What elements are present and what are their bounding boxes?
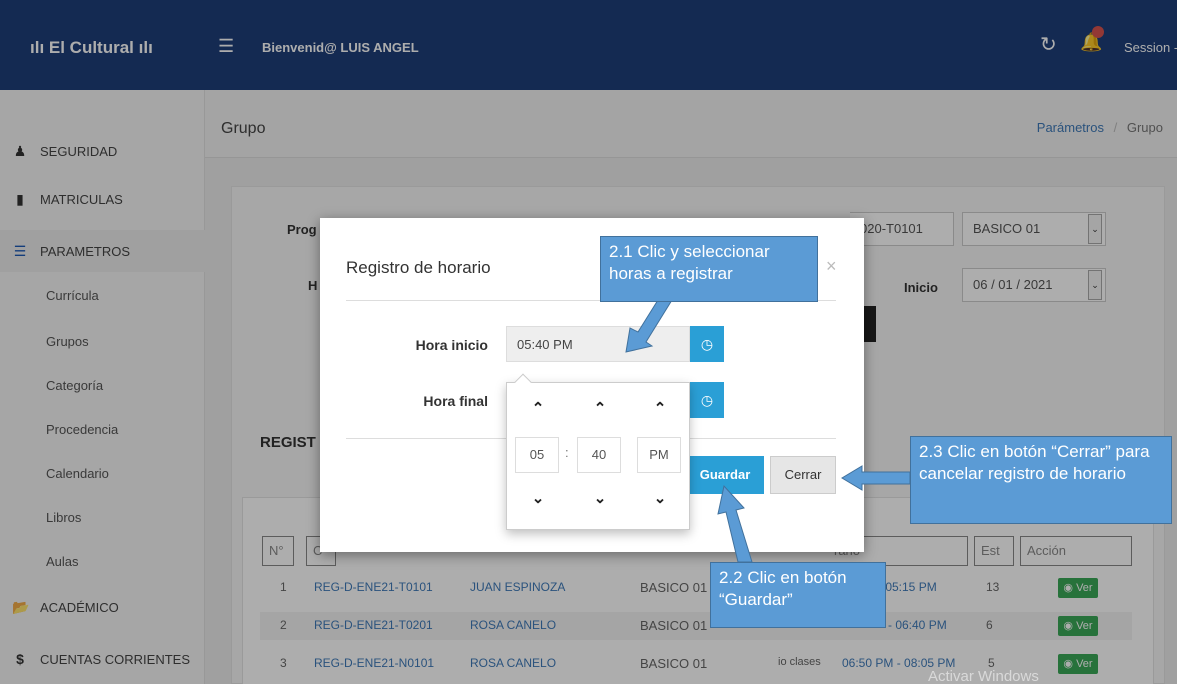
time-picker: ⌃ ⌃ ⌃ 05 : 40 PM ⌄ ⌄ ⌄ <box>506 373 690 530</box>
cerrar-button[interactable]: Cerrar <box>770 456 836 494</box>
clock-icon[interactable]: ◷ <box>690 326 724 362</box>
minute-down-icon[interactable]: ⌄ <box>585 489 615 507</box>
hora-inicio-input[interactable]: 05:40 PM <box>506 326 690 362</box>
close-icon[interactable]: × <box>826 256 837 277</box>
guardar-button[interactable]: Guardar <box>686 456 764 494</box>
callout-step-2-3: 2.3 Clic en botón “Cerrar” para cancelar… <box>910 436 1172 524</box>
modal-title: Registro de horario <box>346 258 491 277</box>
hora-inicio-label: Hora inicio <box>415 337 488 353</box>
hour-up-icon[interactable]: ⌃ <box>523 399 553 417</box>
callout-step-2-1: 2.1 Clic y seleccionar horas a registrar <box>600 236 818 302</box>
windows-activation-watermark: Activar Windows <box>928 668 1039 684</box>
hour-value[interactable]: 05 <box>515 437 559 473</box>
meridian-value[interactable]: PM <box>637 437 681 473</box>
time-separator: : <box>565 445 569 460</box>
hora-inicio-value: 05:40 PM <box>517 337 573 352</box>
minute-value[interactable]: 40 <box>577 437 621 473</box>
meridian-down-icon[interactable]: ⌄ <box>645 489 675 507</box>
hour-down-icon[interactable]: ⌄ <box>523 489 553 507</box>
callout-step-2-2: 2.2 Clic en botón “Guardar” <box>710 562 886 628</box>
minute-up-icon[interactable]: ⌃ <box>585 399 615 417</box>
meridian-up-icon[interactable]: ⌃ <box>645 399 675 417</box>
hora-final-label: Hora final <box>423 393 488 409</box>
clock-icon[interactable]: ◷ <box>690 382 724 418</box>
